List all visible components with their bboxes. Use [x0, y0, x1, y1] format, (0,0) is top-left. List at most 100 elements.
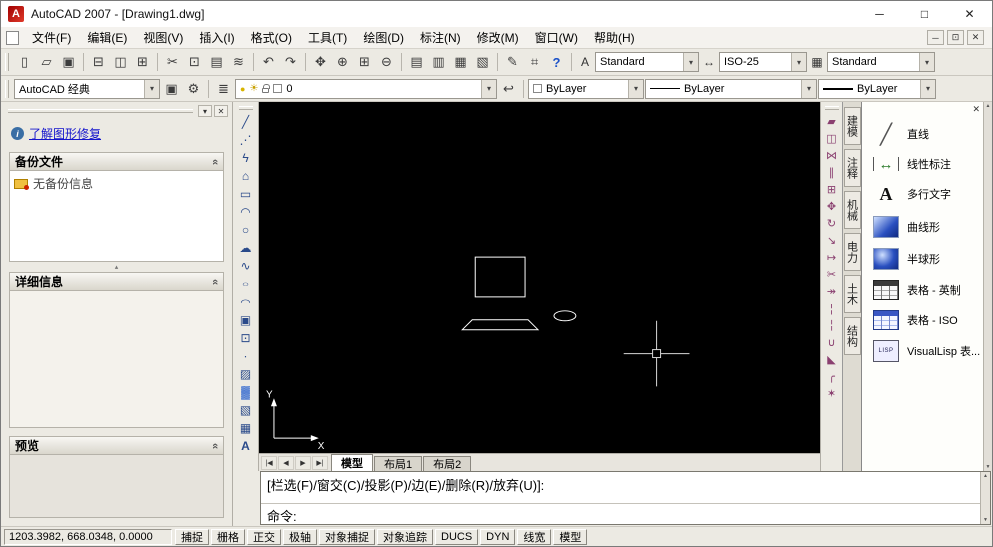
mdi-restore-button[interactable]: ⊡ — [947, 30, 964, 45]
linetype-combo[interactable]: ByLayer ▾ — [645, 78, 817, 99]
command-scrollbar[interactable]: ▲ ▼ — [980, 472, 990, 524]
circle-icon[interactable]: ○ — [236, 221, 256, 239]
layer-color-swatch[interactable] — [273, 84, 283, 93]
mirror-icon[interactable]: ⋈ — [823, 147, 841, 164]
tab-prev-button[interactable]: ◀ — [278, 455, 294, 470]
text-style-icon[interactable]: A — [576, 55, 594, 69]
make-block-icon[interactable]: ⊡ — [236, 329, 256, 347]
line-icon[interactable]: ╱ — [236, 113, 256, 131]
extend-icon[interactable]: ↠ — [823, 283, 841, 300]
text-style-combo[interactable]: Standard ▾ — [595, 52, 699, 72]
dropdown-arrow-icon[interactable]: ▾ — [144, 79, 159, 98]
palette-item-4[interactable]: 半球形 — [862, 243, 983, 275]
menu-item-1[interactable]: 编辑(E) — [79, 27, 135, 48]
status-toggle-2[interactable]: 正交 — [247, 528, 281, 545]
menu-item-2[interactable]: 视图(V) — [135, 27, 191, 48]
layer-lock-icon[interactable] — [262, 83, 271, 93]
copy-icon[interactable]: ⊡ — [184, 52, 205, 72]
chamfer-icon[interactable]: ◣ — [823, 351, 841, 368]
copy-object-icon[interactable]: ◫ — [823, 130, 841, 147]
polygon-icon[interactable]: ⌂ — [236, 167, 256, 185]
tab-last-button[interactable]: ▶| — [312, 455, 328, 470]
properties-icon[interactable]: ▤ — [406, 52, 427, 72]
stretch-icon[interactable]: ↦ — [823, 249, 841, 266]
status-toggle-7[interactable]: DYN — [480, 528, 516, 545]
scale-icon[interactable]: ↘ — [823, 232, 841, 249]
table-icon[interactable]: ▦ — [236, 419, 256, 437]
status-toggle-9[interactable]: 模型 — [553, 528, 588, 545]
open-icon[interactable]: ▱ — [36, 52, 57, 72]
dropdown-arrow-icon[interactable]: ▾ — [801, 79, 816, 98]
dropdown-arrow-icon[interactable]: ▾ — [481, 79, 496, 98]
dropdown-arrow-icon[interactable]: ▾ — [791, 53, 806, 71]
toolbar-grip[interactable] — [5, 79, 9, 98]
zoom-realtime-icon[interactable]: ⊕ — [332, 52, 353, 72]
minimize-button[interactable]: ─ — [857, 1, 902, 27]
gradient-icon[interactable]: ▓ — [236, 383, 256, 401]
revision-cloud-icon[interactable]: ☁ — [236, 239, 256, 257]
status-toggle-3[interactable]: 极轴 — [283, 528, 317, 545]
mouse-ellipse-drawing[interactable] — [553, 310, 577, 322]
layout-tab-2[interactable]: 布局2 — [423, 456, 472, 471]
drawing-document-icon[interactable] — [6, 30, 19, 45]
scroll-up-icon[interactable]: ▲ — [986, 103, 991, 109]
preview-header[interactable]: 预览 « — [9, 436, 224, 454]
dim-style-combo[interactable]: ISO-25 ▾ — [719, 52, 807, 72]
array-icon[interactable]: ⊞ — [823, 181, 841, 198]
zoom-previous-icon[interactable]: ⊖ — [376, 52, 397, 72]
hatch-icon[interactable]: ▨ — [236, 365, 256, 383]
maximize-button[interactable]: □ — [902, 1, 947, 27]
panel-splitter-handle[interactable]: ▴ — [9, 262, 224, 272]
scroll-down-icon[interactable]: ▼ — [986, 464, 991, 470]
trim-icon[interactable]: ✂ — [823, 266, 841, 283]
region-icon[interactable]: ▧ — [236, 401, 256, 419]
palette-item-3[interactable]: 曲线形 — [862, 211, 983, 243]
point-icon[interactable]: ∙ — [236, 347, 256, 365]
crosshair-cursor[interactable] — [623, 320, 690, 387]
mdi-close-button[interactable]: ✕ — [967, 30, 984, 45]
plot-icon[interactable]: ⊟ — [88, 52, 109, 72]
match-properties-icon[interactable]: ≋ — [228, 52, 249, 72]
ellipse-icon[interactable]: ○ — [236, 279, 256, 290]
coordinate-readout[interactable]: 1203.3982, 668.0348, 0.0000 — [4, 528, 172, 545]
status-toggle-1[interactable]: 栅格 — [211, 528, 245, 545]
status-toggle-6[interactable]: DUCS — [435, 528, 479, 545]
cut-icon[interactable]: ✂ — [162, 52, 183, 72]
insert-block-icon[interactable]: ▣ — [236, 311, 256, 329]
menu-item-7[interactable]: 标注(N) — [412, 27, 469, 48]
palette-tab-0[interactable]: 建模 — [843, 107, 861, 145]
palette-item-1[interactable]: ↔ 线性标注 — [862, 151, 983, 177]
lineweight-combo[interactable]: ByLayer ▾ — [818, 78, 936, 99]
palette-tab-2[interactable]: 机械 — [843, 191, 861, 229]
palette-tab-5[interactable]: 结构 — [843, 317, 861, 355]
break-icon[interactable]: ╎ — [823, 317, 841, 334]
table-style-icon[interactable]: ▦ — [808, 55, 826, 69]
menu-item-8[interactable]: 修改(M) — [469, 27, 527, 48]
rectangle-icon[interactable]: ▭ — [236, 185, 256, 203]
panel-grip[interactable] — [8, 109, 193, 113]
workspace-settings-icon[interactable]: ⚙ — [183, 79, 204, 99]
move-icon[interactable]: ✥ — [823, 198, 841, 215]
undo-icon[interactable]: ↶ — [258, 52, 279, 72]
construction-line-icon[interactable]: ⋰ — [236, 131, 256, 149]
collapse-chevron-icon[interactable]: « — [209, 278, 221, 284]
menu-item-0[interactable]: 文件(F) — [24, 27, 79, 48]
toolbar-grip[interactable] — [824, 106, 839, 110]
layer-properties-manager-icon[interactable]: ≣ — [213, 79, 234, 99]
toolbar-grip[interactable] — [5, 53, 9, 71]
save-icon[interactable]: ▣ — [58, 52, 79, 72]
command-input-line[interactable]: 命令: — [261, 503, 980, 524]
new-icon[interactable]: ▯ — [14, 52, 35, 72]
menu-item-4[interactable]: 格式(O) — [243, 27, 300, 48]
details-header[interactable]: 详细信息 « — [9, 272, 224, 290]
palette-scrollbar[interactable]: ▲ ▼ — [983, 102, 992, 471]
publish-icon[interactable]: ⊞ — [132, 52, 153, 72]
offset-icon[interactable]: ∥ — [823, 164, 841, 181]
status-toggle-8[interactable]: 线宽 — [517, 528, 552, 545]
monitor-stand-drawing[interactable] — [461, 319, 540, 331]
menu-item-9[interactable]: 窗口(W) — [527, 27, 586, 48]
palette-tab-1[interactable]: 注释 — [843, 149, 861, 187]
palette-item-2[interactable]: A 多行文字 — [862, 177, 983, 211]
collapse-chevron-icon[interactable]: « — [209, 158, 221, 164]
rotate-icon[interactable]: ↻ — [823, 215, 841, 232]
